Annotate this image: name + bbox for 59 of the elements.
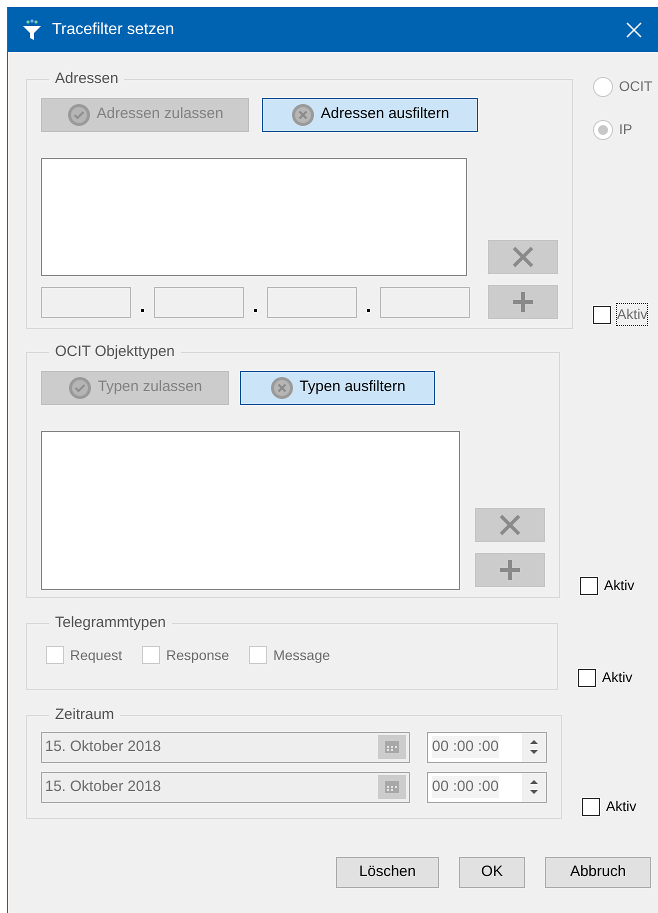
- checkbox[interactable]: [593, 306, 611, 324]
- radio-button[interactable]: [593, 120, 613, 140]
- checkbox-label: Request: [70, 646, 122, 665]
- plus-icon: [511, 290, 535, 314]
- close-icon: [626, 22, 642, 38]
- dialog-button[interactable]: Löschen: [336, 857, 439, 888]
- close-icon: [511, 244, 535, 268]
- date-field[interactable]: 15. Oktober 2018: [41, 772, 410, 802]
- checkbox[interactable]: [582, 798, 600, 816]
- octet-field[interactable]: [154, 286, 244, 318]
- calendar-button[interactable]: [378, 735, 406, 759]
- checkbox[interactable]: [578, 668, 596, 686]
- x-circle-icon: [290, 102, 315, 126]
- dialog-button[interactable]: Abbruch: [545, 857, 651, 888]
- window-title: Tracefilter setzen: [52, 20, 174, 40]
- filter-mode-button[interactable]: Adressen ausfiltern: [262, 98, 478, 132]
- filter-mode-button[interactable]: Typen ausfiltern: [240, 370, 435, 404]
- checkbox-label: Response: [166, 646, 230, 665]
- funnel-icon: [22, 18, 42, 40]
- group-label: Zeitraum: [54, 705, 116, 725]
- close-icon: [498, 512, 522, 536]
- calendar-icon: [385, 741, 399, 753]
- dialog-button[interactable]: OK: [459, 857, 525, 888]
- remove-button[interactable]: [488, 240, 558, 274]
- group-label: Adressen: [54, 69, 120, 89]
- x-circle-icon: [270, 376, 294, 400]
- group-label: OCIT Objekttypen: [54, 342, 176, 362]
- spinner-button[interactable]: [522, 732, 546, 762]
- address-list[interactable]: [41, 158, 467, 276]
- checkbox-label: Aktiv: [602, 668, 632, 687]
- object-type-list[interactable]: [41, 430, 460, 590]
- checkbox-label: Message: [273, 646, 330, 665]
- checkbox-label: Aktiv: [617, 304, 648, 325]
- add-button[interactable]: [475, 552, 545, 586]
- check-circle-icon: [68, 376, 92, 400]
- radio-button[interactable]: [593, 76, 613, 96]
- octet-field[interactable]: [267, 286, 357, 318]
- date-field[interactable]: 15. Oktober 2018: [41, 732, 410, 762]
- add-button[interactable]: [488, 284, 558, 318]
- checkbox-label: Aktiv: [604, 576, 634, 595]
- octet-field[interactable]: [380, 286, 470, 318]
- spinner-button[interactable]: [522, 772, 546, 802]
- group-label: Telegrammtypen: [54, 613, 167, 633]
- plus-icon: [498, 558, 522, 582]
- radio-label: OCIT: [619, 77, 652, 96]
- check-circle-icon: [66, 102, 91, 126]
- radio-label: IP: [619, 120, 632, 139]
- up-down-icon: [529, 778, 539, 796]
- octet-field[interactable]: [41, 286, 131, 318]
- checkbox-label: Aktiv: [606, 797, 636, 816]
- calendar-icon: [385, 781, 399, 793]
- time-field[interactable]: 00 :00 :00: [427, 772, 547, 802]
- checkbox[interactable]: [580, 576, 598, 594]
- calendar-button[interactable]: [378, 775, 406, 799]
- time-field[interactable]: 00 :00 :00: [427, 732, 547, 762]
- remove-button[interactable]: [475, 508, 545, 542]
- up-down-icon: [529, 738, 539, 756]
- filter-mode-button[interactable]: Typen zulassen: [41, 370, 229, 404]
- filter-mode-button[interactable]: Adressen zulassen: [41, 98, 249, 132]
